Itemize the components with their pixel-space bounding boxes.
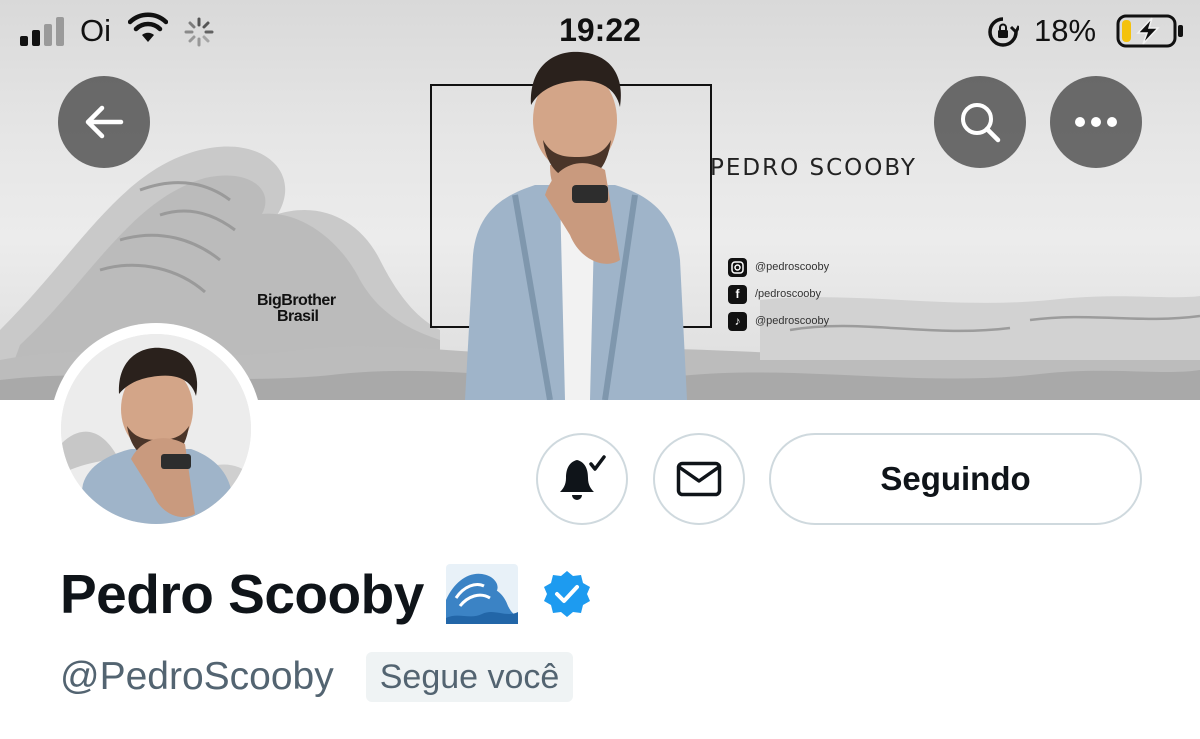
tiktok-icon: ♪ (728, 311, 747, 331)
arrow-left-icon (85, 105, 124, 139)
profile-handle-row: @PedroScooby Segue você (60, 652, 574, 702)
avatar[interactable] (50, 323, 262, 535)
bbb-logo: BigBrother Brasil (257, 292, 336, 325)
water-wave-emoji (445, 564, 518, 624)
tiktok-handle: @pedroscooby (755, 315, 830, 327)
banner-social-facebook: f /pedroscooby (728, 281, 829, 307)
envelope-icon (676, 461, 722, 497)
rotation-lock-icon (988, 17, 1019, 47)
facebook-handle: /pedroscooby (755, 288, 822, 300)
search-icon (961, 103, 1001, 143)
battery-charging-icon (1116, 14, 1183, 48)
banner-social-links: @pedroscooby f /pedroscooby ♪ @pedroscoo… (728, 254, 829, 335)
back-button[interactable] (58, 76, 150, 168)
facebook-icon: f (728, 284, 747, 304)
banner-name-text: PEDRO SCOOBY (710, 155, 917, 181)
avatar-photo (61, 334, 251, 524)
bell-check-icon (560, 455, 606, 500)
notifications-button[interactable] (536, 433, 628, 525)
banner-social-instagram: @pedroscooby (728, 254, 829, 280)
instagram-icon (728, 257, 747, 277)
instagram-handle: @pedroscooby (755, 261, 830, 273)
battery-percentage: 18% (1034, 13, 1097, 48)
profile-name-row: Pedro Scooby (60, 562, 592, 626)
banner-social-tiktok: ♪ @pedroscooby (728, 308, 829, 334)
more-horizontal-icon (1075, 117, 1117, 127)
following-button[interactable]: Seguindo (769, 433, 1142, 525)
clock-time: 19:22 (559, 12, 641, 48)
verified-badge-icon (543, 571, 590, 617)
display-name: Pedro Scooby (60, 563, 424, 625)
message-button[interactable] (653, 433, 745, 525)
username-handle: @PedroScooby (60, 655, 334, 698)
follows-you-badge: Segue você (365, 652, 574, 702)
search-button[interactable] (934, 76, 1026, 168)
banner-photo (465, 51, 687, 400)
more-options-button[interactable] (1050, 76, 1142, 168)
status-bar: Oi 19:22 18% (0, 0, 1200, 62)
